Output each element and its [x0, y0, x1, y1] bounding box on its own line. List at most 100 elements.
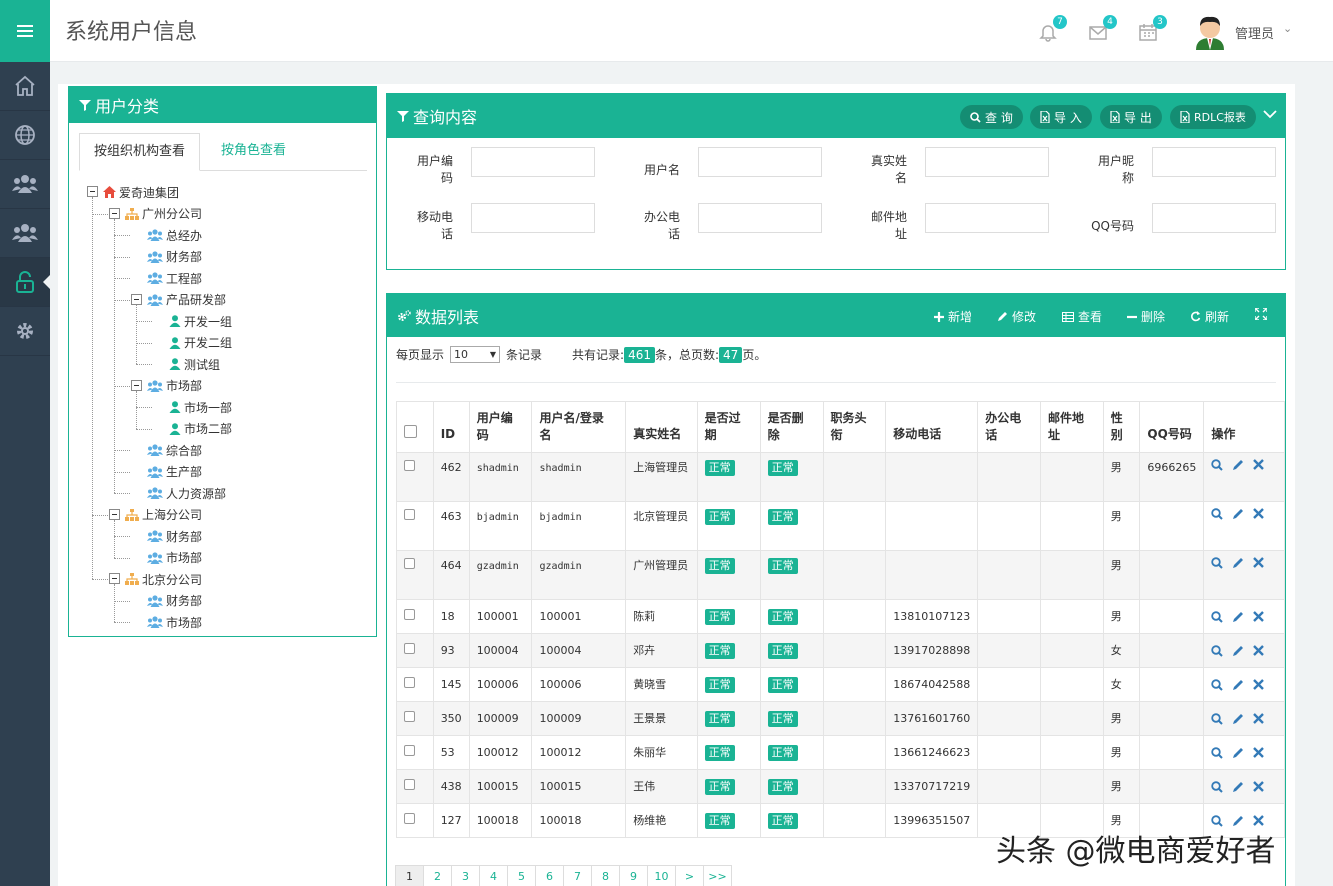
search-icon[interactable]	[1211, 746, 1224, 759]
query-input[interactable]	[925, 203, 1049, 233]
close-icon[interactable]	[1253, 746, 1265, 758]
query-input[interactable]	[698, 147, 822, 177]
add-button[interactable]: 新增	[934, 308, 972, 325]
tree-node[interactable]: 市场部	[147, 377, 202, 395]
column-header[interactable]: 职务头衔	[822, 401, 887, 453]
search-icon[interactable]	[1211, 610, 1224, 623]
page-link[interactable]: 9	[619, 865, 648, 886]
close-icon[interactable]	[1253, 610, 1265, 622]
search-icon[interactable]	[1211, 459, 1224, 471]
search-icon[interactable]	[1211, 557, 1224, 569]
query-input[interactable]	[1152, 203, 1276, 233]
search-icon[interactable]	[1211, 780, 1224, 793]
page-link[interactable]: 10	[647, 865, 676, 886]
close-icon[interactable]	[1253, 644, 1265, 656]
messages-button[interactable]: 4	[1088, 15, 1117, 42]
pencil-icon[interactable]	[1232, 713, 1244, 725]
column-header[interactable]: 办公电话	[977, 401, 1041, 453]
row-checkbox[interactable]	[404, 745, 415, 756]
row-checkbox[interactable]	[404, 779, 415, 790]
search-icon[interactable]	[1211, 712, 1224, 725]
close-icon[interactable]	[1253, 712, 1265, 724]
tree-node[interactable]: 人力资源部	[147, 484, 226, 502]
column-header[interactable]: 邮件地址	[1040, 401, 1104, 453]
tab-by-role[interactable]: 按角色查看	[207, 133, 300, 171]
sidebar-item-users[interactable]	[0, 160, 50, 209]
tree-node[interactable]: 测试组	[169, 355, 220, 373]
select-all-checkbox-cell[interactable]	[396, 401, 434, 453]
tree-collapse-toggle[interactable]	[87, 186, 98, 197]
pencil-icon[interactable]	[1232, 815, 1244, 827]
pencil-icon[interactable]	[1232, 508, 1244, 520]
page-link[interactable]: >	[675, 865, 704, 886]
close-icon[interactable]	[1253, 508, 1265, 519]
tasks-button[interactable]: 3	[1138, 15, 1167, 42]
column-header[interactable]: 用户编码	[468, 401, 533, 453]
pencil-icon[interactable]	[1232, 645, 1244, 657]
tree-node[interactable]: 市场二部	[169, 420, 232, 438]
notifications-button[interactable]: 7	[1038, 15, 1067, 42]
column-header[interactable]: 移动电话	[885, 401, 979, 453]
column-header[interactable]: ID	[432, 401, 470, 453]
refresh-button[interactable]: 刷新	[1190, 308, 1229, 325]
pencil-icon[interactable]	[1232, 747, 1244, 759]
page-link[interactable]: 4	[479, 865, 508, 886]
view-button[interactable]: 查看	[1062, 308, 1102, 325]
table-row[interactable]: 93 100004 100004 邓卉 正常 正常 13917028898 女	[396, 633, 1285, 668]
search-icon[interactable]	[1211, 644, 1224, 657]
row-checkbox[interactable]	[404, 558, 415, 569]
search-icon[interactable]	[1211, 508, 1224, 520]
export-button[interactable]: 导 出	[1100, 105, 1162, 129]
row-checkbox[interactable]	[404, 509, 415, 520]
column-header[interactable]: 用户名/登录名	[531, 401, 627, 453]
tree-node[interactable]: 北京分公司	[125, 570, 202, 588]
tree-node[interactable]: 开发二组	[169, 334, 232, 352]
tree-collapse-toggle[interactable]	[109, 207, 120, 219]
page-link[interactable]: 2	[423, 865, 452, 886]
tree-node[interactable]: 广州分公司	[125, 205, 202, 223]
tree-node[interactable]: 上海分公司	[125, 506, 202, 524]
row-checkbox[interactable]	[404, 609, 415, 620]
page-link[interactable]: 6	[535, 865, 564, 886]
tree-node[interactable]: 总经办	[147, 226, 202, 244]
sidebar-item-settings[interactable]	[0, 307, 50, 356]
tree-node[interactable]: 市场一部	[169, 398, 232, 416]
table-row[interactable]: 53 100012 100012 朱丽华 正常 正常 13661246623 男	[396, 735, 1285, 770]
table-row[interactable]: 145 100006 100006 黄晓雪 正常 正常 18674042588 女	[396, 667, 1285, 702]
table-row[interactable]: 463 bjadmin bjadmin 北京管理员 正常 正常男	[396, 501, 1285, 551]
page-link[interactable]: >>	[703, 865, 732, 886]
tree-collapse-toggle[interactable]	[109, 508, 120, 520]
pencil-icon[interactable]	[1232, 611, 1244, 623]
table-row[interactable]: 350 100009 100009 王景景 正常 正常 13761601760 男	[396, 701, 1285, 736]
sidebar-item-group[interactable]	[0, 209, 50, 258]
row-checkbox[interactable]	[404, 813, 415, 824]
page-link[interactable]: 3	[451, 865, 480, 886]
pencil-icon[interactable]	[1232, 679, 1244, 691]
import-button[interactable]: 导 入	[1030, 105, 1092, 129]
column-header[interactable]: 操作	[1203, 401, 1285, 453]
pencil-icon[interactable]	[1232, 459, 1244, 471]
column-header[interactable]: 真实姓名	[625, 401, 698, 453]
collapse-button[interactable]	[1263, 108, 1277, 122]
search-button[interactable]: 查 询	[960, 105, 1023, 129]
search-icon[interactable]	[1211, 678, 1224, 691]
tree-node[interactable]: 财务部	[147, 527, 202, 545]
page-link[interactable]: 5	[507, 865, 536, 886]
close-icon[interactable]	[1253, 459, 1265, 470]
close-icon[interactable]	[1253, 814, 1265, 826]
sidebar-item-home[interactable]	[0, 62, 50, 111]
page-link[interactable]: 7	[563, 865, 592, 886]
query-input[interactable]	[471, 147, 595, 177]
row-checkbox[interactable]	[404, 677, 415, 688]
column-header[interactable]: 性别	[1102, 401, 1141, 453]
tree-node[interactable]: 市场部	[147, 549, 202, 567]
page-link[interactable]: 1	[395, 865, 424, 886]
search-icon[interactable]	[1211, 814, 1224, 827]
table-row[interactable]: 438 100015 100015 王伟 正常 正常 13370717219 男	[396, 769, 1285, 804]
tree-collapse-toggle[interactable]	[131, 293, 142, 305]
edit-button[interactable]: 修改	[997, 308, 1036, 325]
row-checkbox[interactable]	[404, 460, 415, 471]
select-all-checkbox[interactable]	[404, 425, 417, 438]
tab-by-organization[interactable]: 按组织机构查看	[79, 133, 201, 171]
sidebar-item-globe[interactable]	[0, 111, 50, 160]
